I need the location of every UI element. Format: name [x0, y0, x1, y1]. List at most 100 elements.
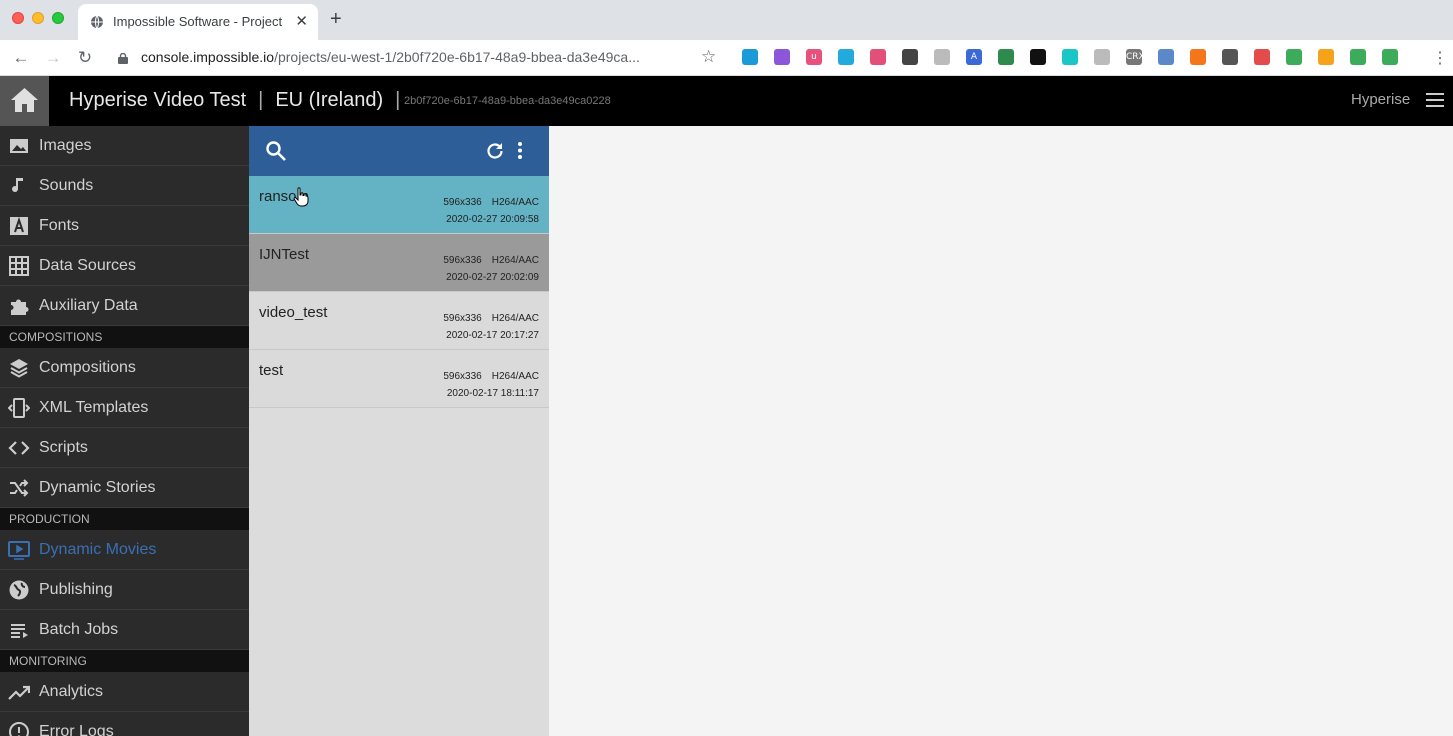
home-button[interactable] — [0, 76, 49, 126]
movie-resolution: 596x336 — [443, 255, 482, 266]
puzzle-icon — [11, 299, 29, 315]
sidebar-item-scripts[interactable]: Scripts — [0, 428, 249, 468]
sprout2-ext-icon[interactable] — [1350, 49, 1366, 65]
movie-resolution: 596x336 — [443, 197, 482, 208]
globe-icon — [9, 580, 29, 600]
sidebar-item-xml-templates[interactable]: XML Templates — [0, 388, 249, 428]
movie-list-item[interactable]: test 596x336 H264/AAC 2020-02-17 18:11:17 — [249, 350, 549, 408]
shuffle-icon — [10, 479, 29, 497]
movie-list-item[interactable]: video_test 596x336 H264/AAC 2020-02-17 20:1… — [249, 292, 549, 350]
sidebar-item-images[interactable]: Images — [0, 126, 249, 166]
movie-codec: H264/AAC — [491, 197, 539, 208]
minimize-window-button[interactable] — [32, 12, 44, 24]
code-icon — [8, 441, 30, 455]
sidebar-item-error-logs[interactable]: Error Logs — [0, 712, 249, 736]
browser-tab[interactable]: Impossible Software - Project ✕ — [78, 4, 318, 40]
sidebar-item-publishing[interactable]: Publishing — [0, 570, 249, 610]
forward-button[interactable]: → — [42, 47, 64, 69]
hubspot-ext-icon[interactable] — [1190, 49, 1206, 65]
movie-format: 596x336 H264/AAC — [443, 197, 539, 208]
account-name[interactable]: Hyperise — [1351, 91, 1410, 108]
content-area — [549, 126, 1453, 736]
table-ext-icon[interactable] — [1094, 49, 1110, 65]
movie-date: 2020-02-27 20:02:09 — [446, 272, 539, 283]
xml-template-icon — [8, 398, 30, 418]
refresh-icon[interactable] — [484, 140, 506, 162]
sidebar-item-batch-jobs[interactable]: Batch Jobs — [0, 610, 249, 650]
spiral-ext-icon[interactable] — [1254, 49, 1270, 65]
hand-cursor-icon — [293, 187, 309, 207]
reload-button[interactable]: ↻ — [74, 47, 96, 69]
sidebar-item-fonts[interactable]: Fonts — [0, 206, 249, 246]
crx-ext-icon[interactable]: CRX — [1126, 49, 1145, 65]
movie-list: ransom 596x336 H264/AAC 2020-02-27 20:09:58… — [249, 176, 549, 408]
sidebar-item-label: XML Templates — [39, 399, 149, 416]
chrome-ext-icon[interactable] — [1318, 49, 1334, 65]
sidebar: Images Sounds Fonts Data Sources Auxiliary D… — [0, 126, 249, 736]
sidebar-item-label: Auxiliary Data — [39, 297, 138, 314]
bookmark-star-icon[interactable]: ☆ — [701, 47, 716, 67]
stack-ext-icon[interactable] — [1030, 49, 1046, 65]
swirl-ext-icon[interactable] — [870, 49, 886, 65]
maximize-window-button[interactable] — [52, 12, 64, 24]
sidebar-item-label: Publishing — [39, 581, 113, 598]
section-production: PRODUCTION — [0, 508, 249, 530]
search-icon[interactable] — [265, 140, 287, 162]
sidebar-item-auxiliary-data[interactable]: Auxiliary Data — [0, 286, 249, 326]
movie-date: 2020-02-17 20:17:27 — [446, 330, 539, 341]
title-separator: | — [258, 89, 264, 111]
sidebar-item-sounds[interactable]: Sounds — [0, 166, 249, 206]
address-bar[interactable]: console.impossible.io/projects/eu-west-1… — [141, 49, 640, 65]
sidebar-item-analytics[interactable]: Analytics — [0, 672, 249, 712]
sidebar-item-label: Sounds — [39, 177, 94, 194]
sidebar-item-label: Analytics — [39, 683, 104, 700]
browser-menu-icon[interactable]: ⋮ — [1432, 48, 1448, 68]
movie-codec: H264/AAC — [491, 371, 539, 382]
url-host: console.impossible.io — [141, 49, 275, 65]
movie-codec: H264/AAC — [491, 313, 539, 324]
more-vert-icon[interactable] — [515, 140, 525, 162]
eyedropper-ext-icon[interactable] — [998, 49, 1014, 65]
globe-ext-icon[interactable] — [742, 49, 758, 65]
tv-play-icon — [8, 541, 30, 560]
sidebar-item-dynamic-stories[interactable]: Dynamic Stories — [0, 468, 249, 508]
project-name: Hyperise Video Test — [69, 89, 247, 111]
home-icon — [11, 88, 38, 112]
cc-ext-icon[interactable] — [934, 49, 950, 65]
paint-ext-icon[interactable] — [1222, 49, 1238, 65]
sidebar-item-label: Error Logs — [39, 723, 114, 736]
sidebar-item-label: Dynamic Stories — [39, 479, 156, 496]
movie-format: 596x336 H264/AAC — [443, 371, 539, 382]
movie-list-panel: ransom 596x336 H264/AAC 2020-02-27 20:09:58… — [249, 126, 549, 736]
project-region: EU (Ireland) — [275, 89, 384, 111]
new-tab-button[interactable]: + — [330, 9, 342, 29]
alert-icon — [9, 722, 29, 736]
list-toolbar — [249, 126, 549, 176]
close-window-button[interactable] — [12, 12, 24, 24]
ring-ext-icon[interactable] — [1062, 49, 1078, 65]
section-monitoring: MONITORING — [0, 650, 249, 672]
music-note-icon — [12, 178, 23, 193]
frame-ext-icon[interactable] — [902, 49, 918, 65]
movie-format: 596x336 H264/AAC — [443, 255, 539, 266]
back-button[interactable]: ← — [10, 47, 32, 69]
lock-icon — [118, 53, 128, 64]
close-tab-icon[interactable]: ✕ — [295, 12, 308, 30]
movie-list-item[interactable]: IJNTest 596x336 H264/AAC 2020-02-27 20:02:0… — [249, 234, 549, 292]
globe-favicon-icon — [91, 15, 103, 29]
pen-ext-icon[interactable] — [774, 49, 790, 65]
browser-toolbar: ← → ↻ console.impossible.io/projects/eu-… — [0, 40, 1453, 76]
browser-tab-strip: Impossible Software - Project ✕ + — [0, 0, 1453, 40]
u-ext-icon[interactable]: u — [806, 49, 822, 65]
sidebar-item-compositions[interactable]: Compositions — [0, 348, 249, 388]
sprout3-ext-icon[interactable] — [1382, 49, 1398, 65]
sidebar-item-label: Data Sources — [39, 257, 136, 274]
sprout-ext-icon[interactable] — [1286, 49, 1302, 65]
project-id: 2b0f720e-6b17-48a9-bbea-da3e49ca0228 — [404, 95, 611, 107]
a-ext-icon[interactable]: A — [966, 49, 982, 65]
hamburger-menu-icon[interactable] — [1426, 93, 1444, 107]
sidebar-item-dynamic-movies[interactable]: Dynamic Movies — [0, 530, 249, 570]
box-ext-icon[interactable] — [838, 49, 854, 65]
people-ext-icon[interactable] — [1158, 49, 1174, 65]
sidebar-item-data-sources[interactable]: Data Sources — [0, 246, 249, 286]
